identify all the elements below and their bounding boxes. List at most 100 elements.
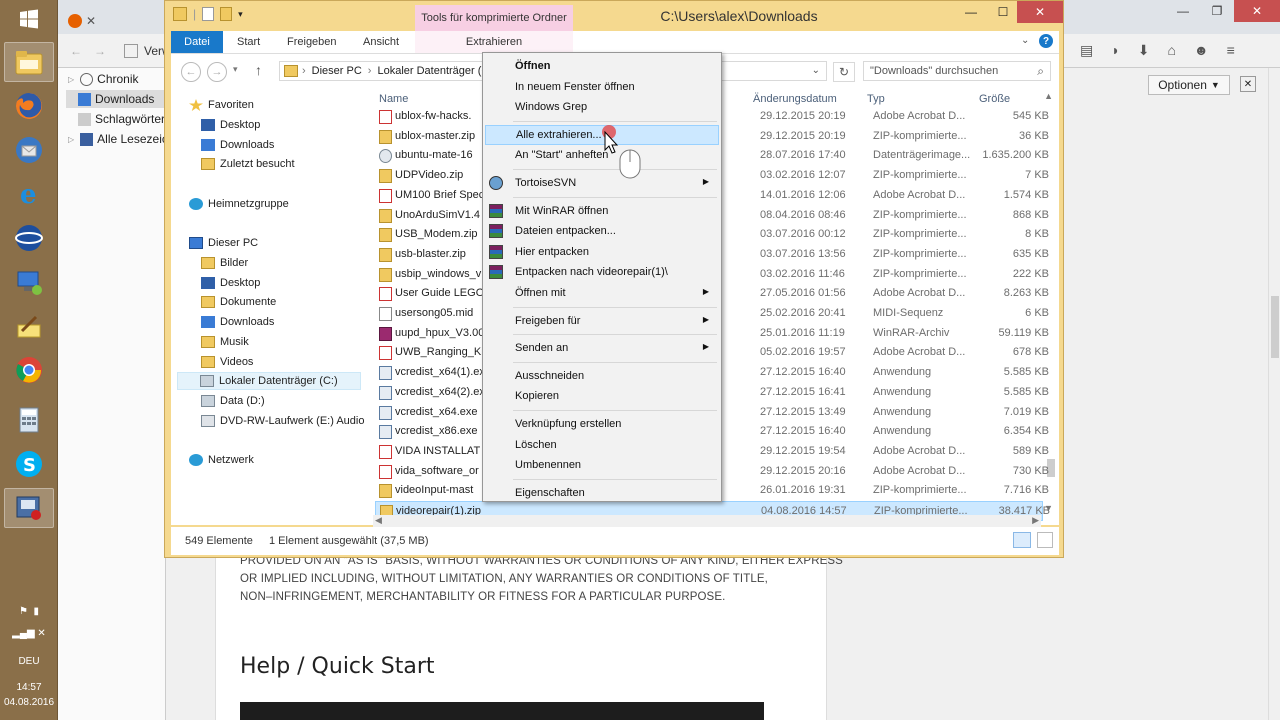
taskbar-internet-explorer[interactable]: e — [4, 174, 54, 214]
tray-icons-2[interactable]: ▂▄▆ ✕ — [0, 628, 58, 644]
menu-item-umbenennen[interactable]: Umbenennen — [485, 455, 719, 475]
tray-icons-1[interactable]: ⚑ ▮ — [0, 606, 58, 622]
help-icon[interactable]: ? — [1039, 34, 1053, 48]
menu-item-löschen[interactable]: Löschen — [485, 435, 719, 455]
scroll-up-icon[interactable]: ▲ — [1044, 91, 1053, 101]
sidebar-item-downloads[interactable]: Downloads — [66, 90, 164, 108]
taskbar-google-earth[interactable] — [4, 218, 54, 258]
taskbar-chrome[interactable] — [4, 350, 54, 390]
restore-button[interactable]: ❐ — [1200, 0, 1234, 22]
minimize-button[interactable]: — — [955, 1, 987, 23]
menu-item-öffnen[interactable]: Öffnen — [485, 56, 719, 76]
nav-pc-3[interactable]: Downloads — [201, 313, 274, 331]
scrollbar-thumb[interactable] — [1271, 296, 1279, 358]
nav-favorites[interactable]: Favoriten — [189, 96, 254, 114]
menu-item-öffnen-mit[interactable]: Öffnen mit ▶ — [485, 283, 719, 303]
tab-ansicht[interactable]: Ansicht — [363, 31, 399, 53]
nav-fav-0[interactable]: Desktop — [201, 116, 260, 134]
refresh-icon[interactable]: ↻ — [833, 62, 855, 82]
taskbar-paint[interactable] — [4, 306, 54, 346]
nav-pc-1[interactable]: Desktop — [201, 274, 260, 292]
explorer-title-bar[interactable]: | ▾ Tools für komprimierte Ordner C:\Use… — [165, 1, 1063, 31]
sidebar-item-chronik[interactable]: ▷ Chronik — [68, 70, 139, 88]
clear-icon[interactable]: ✕ — [1240, 76, 1256, 92]
menu-item-hier-entpacken[interactable]: Hier entpacken — [485, 242, 719, 262]
address-dropdown-icon[interactable]: ⌄ — [812, 65, 820, 76]
taskbar-explorer[interactable] — [4, 42, 54, 82]
menu-item-windows-grep[interactable]: Windows Grep — [485, 97, 719, 117]
column-type[interactable]: Typ — [867, 93, 885, 105]
scroll-left-icon[interactable]: ◀ — [375, 515, 382, 526]
nav-pc-6[interactable]: Lokaler Datenträger (C:) — [177, 372, 361, 391]
nav-pc-4[interactable]: Musik — [201, 333, 249, 351]
sidebar-item-all-bookmarks[interactable]: ▷ Alle Lesezeich — [68, 130, 175, 148]
details-view-icon[interactable] — [1013, 532, 1031, 548]
home-icon[interactable]: ⌂ — [1167, 42, 1175, 59]
menu-item-mit-winrar-öffnen[interactable]: Mit WinRAR öffnen — [485, 201, 719, 221]
menu-item-in-neuem-fenster-öffnen[interactable]: In neuem Fenster öffnen — [485, 77, 719, 97]
back-arrow-icon[interactable]: ← — [70, 44, 82, 58]
taskbar-skype[interactable]: S — [4, 444, 54, 484]
taskbar-network-computer[interactable] — [4, 262, 54, 302]
nav-pc-0[interactable]: Bilder — [201, 254, 248, 272]
menu-item-ausschneiden[interactable]: Ausschneiden — [485, 366, 719, 386]
page-scrollbar[interactable] — [1268, 68, 1280, 720]
horizontal-scrollbar[interactable]: ◀ ▶ — [373, 515, 1041, 527]
search-input[interactable]: "Downloads" durchsuchen ⌕ — [863, 61, 1051, 81]
breadcrumb-drive[interactable]: Lokaler Datenträger (C:) — [377, 65, 496, 77]
close-button[interactable]: ✕ — [1017, 1, 1063, 23]
column-name[interactable]: Name — [379, 93, 408, 105]
download-icon[interactable]: ⬇ — [1138, 42, 1150, 59]
column-date[interactable]: Änderungsdatum — [753, 93, 837, 105]
nav-network[interactable]: Netzwerk — [189, 451, 254, 469]
library-icon[interactable] — [124, 44, 138, 58]
tab-datei[interactable]: Datei — [171, 31, 223, 53]
up-arrow-icon[interactable]: ↑ — [255, 62, 262, 78]
pocket-icon[interactable]: ◗ — [1111, 42, 1119, 59]
clock-time[interactable]: 14:57 — [0, 682, 58, 693]
scroll-right-icon[interactable]: ▶ — [1032, 515, 1039, 526]
menu-item-senden-an[interactable]: Senden an ▶ — [485, 338, 719, 358]
clock-date[interactable]: 04.08.2016 — [0, 697, 58, 708]
back-button[interactable]: ← — [181, 62, 201, 82]
menu-item-freigeben-für[interactable]: Freigeben für ▶ — [485, 311, 719, 331]
start-button[interactable] — [0, 0, 58, 38]
recent-locations-icon[interactable]: ▾ — [233, 64, 238, 75]
nav-fav-2[interactable]: Zuletzt besucht — [201, 155, 295, 173]
emoji-icon[interactable]: ☻ — [1194, 42, 1209, 59]
menu-icon[interactable]: ≡ — [1227, 42, 1235, 59]
nav-homegroup[interactable]: Heimnetzgruppe — [189, 195, 289, 213]
menu-item-entpacken-nach-videorepair-1[interactable]: Entpacken nach videorepair(1)\ — [485, 262, 719, 282]
menu-item-eigenschaften[interactable]: Eigenschaften — [485, 483, 719, 503]
maximize-button[interactable]: ☐ — [987, 1, 1019, 23]
close-button[interactable]: ✕ — [1234, 0, 1280, 22]
taskbar-firefox[interactable] — [4, 86, 54, 126]
ribbon-expand-icon[interactable]: ⌄ — [1021, 35, 1029, 46]
taskbar-calculator[interactable] — [4, 400, 54, 440]
nav-pc-2[interactable]: Dokumente — [201, 293, 276, 311]
nav-pc-8[interactable]: DVD-RW-Laufwerk (E:) Audio — [201, 412, 364, 430]
tab-freigeben[interactable]: Freigeben — [287, 31, 337, 53]
video-player[interactable] — [240, 702, 764, 720]
taskbar-thunderbird[interactable] — [4, 130, 54, 170]
reader-icon[interactable]: ▤ — [1080, 42, 1093, 59]
nav-pc-7[interactable]: Data (D:) — [201, 392, 265, 410]
firefox-tab-close[interactable]: ✕ — [86, 14, 96, 28]
breadcrumb-this-pc[interactable]: Dieser PC — [312, 65, 362, 77]
nav-pc-5[interactable]: Videos — [201, 353, 253, 371]
forward-arrow-icon[interactable]: → — [94, 44, 106, 58]
options-button[interactable]: Optionen ▼ — [1148, 75, 1230, 95]
column-size[interactable]: Größe — [979, 93, 1010, 105]
nav-this-pc[interactable]: Dieser PC — [189, 234, 258, 252]
tiles-view-icon[interactable] — [1037, 532, 1053, 548]
forward-button[interactable]: → — [207, 62, 227, 82]
language-indicator[interactable]: DEU — [0, 656, 58, 667]
tab-extrahieren[interactable]: Extrahieren — [415, 31, 573, 53]
tab-start[interactable]: Start — [237, 31, 260, 53]
taskbar-recorder[interactable] — [4, 488, 54, 528]
menu-item-kopieren[interactable]: Kopieren — [485, 386, 719, 406]
sidebar-item-tags[interactable]: Schlagwörter — [68, 110, 165, 128]
minimize-button[interactable]: — — [1166, 0, 1200, 22]
nav-fav-1[interactable]: Downloads — [201, 136, 274, 154]
menu-item-verknüpfung-erstellen[interactable]: Verknüpfung erstellen — [485, 414, 719, 434]
